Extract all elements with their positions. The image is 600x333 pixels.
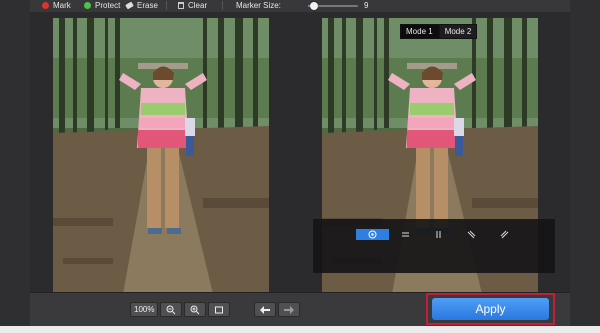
apply-button[interactable]: Apply [432, 298, 549, 320]
trash-icon [178, 2, 184, 9]
undo-arrow-icon [260, 305, 270, 314]
red-dot-icon [42, 2, 49, 9]
slash-forward-icon [500, 230, 509, 239]
bottom-bar: 100% Apply [30, 292, 570, 327]
brush-options-panel [313, 219, 555, 273]
protect-label: Protect [95, 1, 121, 10]
toolbar-divider [166, 1, 167, 10]
redo-arrow-icon [284, 305, 294, 314]
window-shadow [0, 326, 600, 333]
fit-screen-button[interactable] [208, 302, 231, 317]
brush-option-pause[interactable] [422, 229, 455, 240]
marker-size-label: Marker Size: [236, 1, 281, 10]
zoom-out-button[interactable] [160, 302, 183, 317]
clear-label: Clear [188, 1, 208, 10]
workspace: Mode 1 Mode 2 [30, 12, 570, 292]
undo-button[interactable] [254, 302, 276, 317]
mark-button[interactable]: Mark [42, 0, 71, 11]
redo-button[interactable] [278, 302, 300, 317]
equals-icon [402, 232, 409, 237]
brush-option-backslash[interactable] [455, 229, 488, 240]
marker-size-value: 9 [364, 1, 369, 10]
erase-label: Erase [137, 1, 158, 10]
mode-switch: Mode 1 Mode 2 [400, 24, 478, 39]
zoom-in-icon [190, 305, 200, 314]
brush-option-equals[interactable] [389, 229, 422, 240]
clear-button[interactable]: Clear [178, 0, 207, 11]
brush-option-target[interactable] [356, 229, 389, 240]
fit-screen-icon [215, 306, 224, 313]
zoom-out-icon [166, 305, 176, 314]
zoom-in-button[interactable] [184, 302, 207, 317]
protect-button[interactable]: Protect [84, 0, 120, 11]
green-dot-icon [84, 2, 91, 9]
history-controls [254, 302, 300, 317]
pause-icon [436, 231, 441, 238]
original-photo[interactable] [53, 18, 269, 294]
zoom-controls: 100% [130, 302, 231, 317]
zoom-level[interactable]: 100% [130, 302, 159, 317]
slider-thumb[interactable] [310, 2, 318, 10]
target-icon [368, 230, 377, 239]
slash-back-icon [467, 230, 476, 239]
mode-1-button[interactable]: Mode 1 [400, 24, 439, 39]
brush-option-slash[interactable] [488, 229, 521, 240]
eraser-icon [125, 1, 134, 10]
mode-2-button[interactable]: Mode 2 [438, 24, 478, 39]
photo-preview-left [53, 18, 269, 294]
mark-label: Mark [53, 1, 71, 10]
erase-button[interactable]: Erase [125, 0, 158, 11]
toolbar-divider [222, 1, 223, 10]
marker-size-slider[interactable] [308, 2, 358, 10]
